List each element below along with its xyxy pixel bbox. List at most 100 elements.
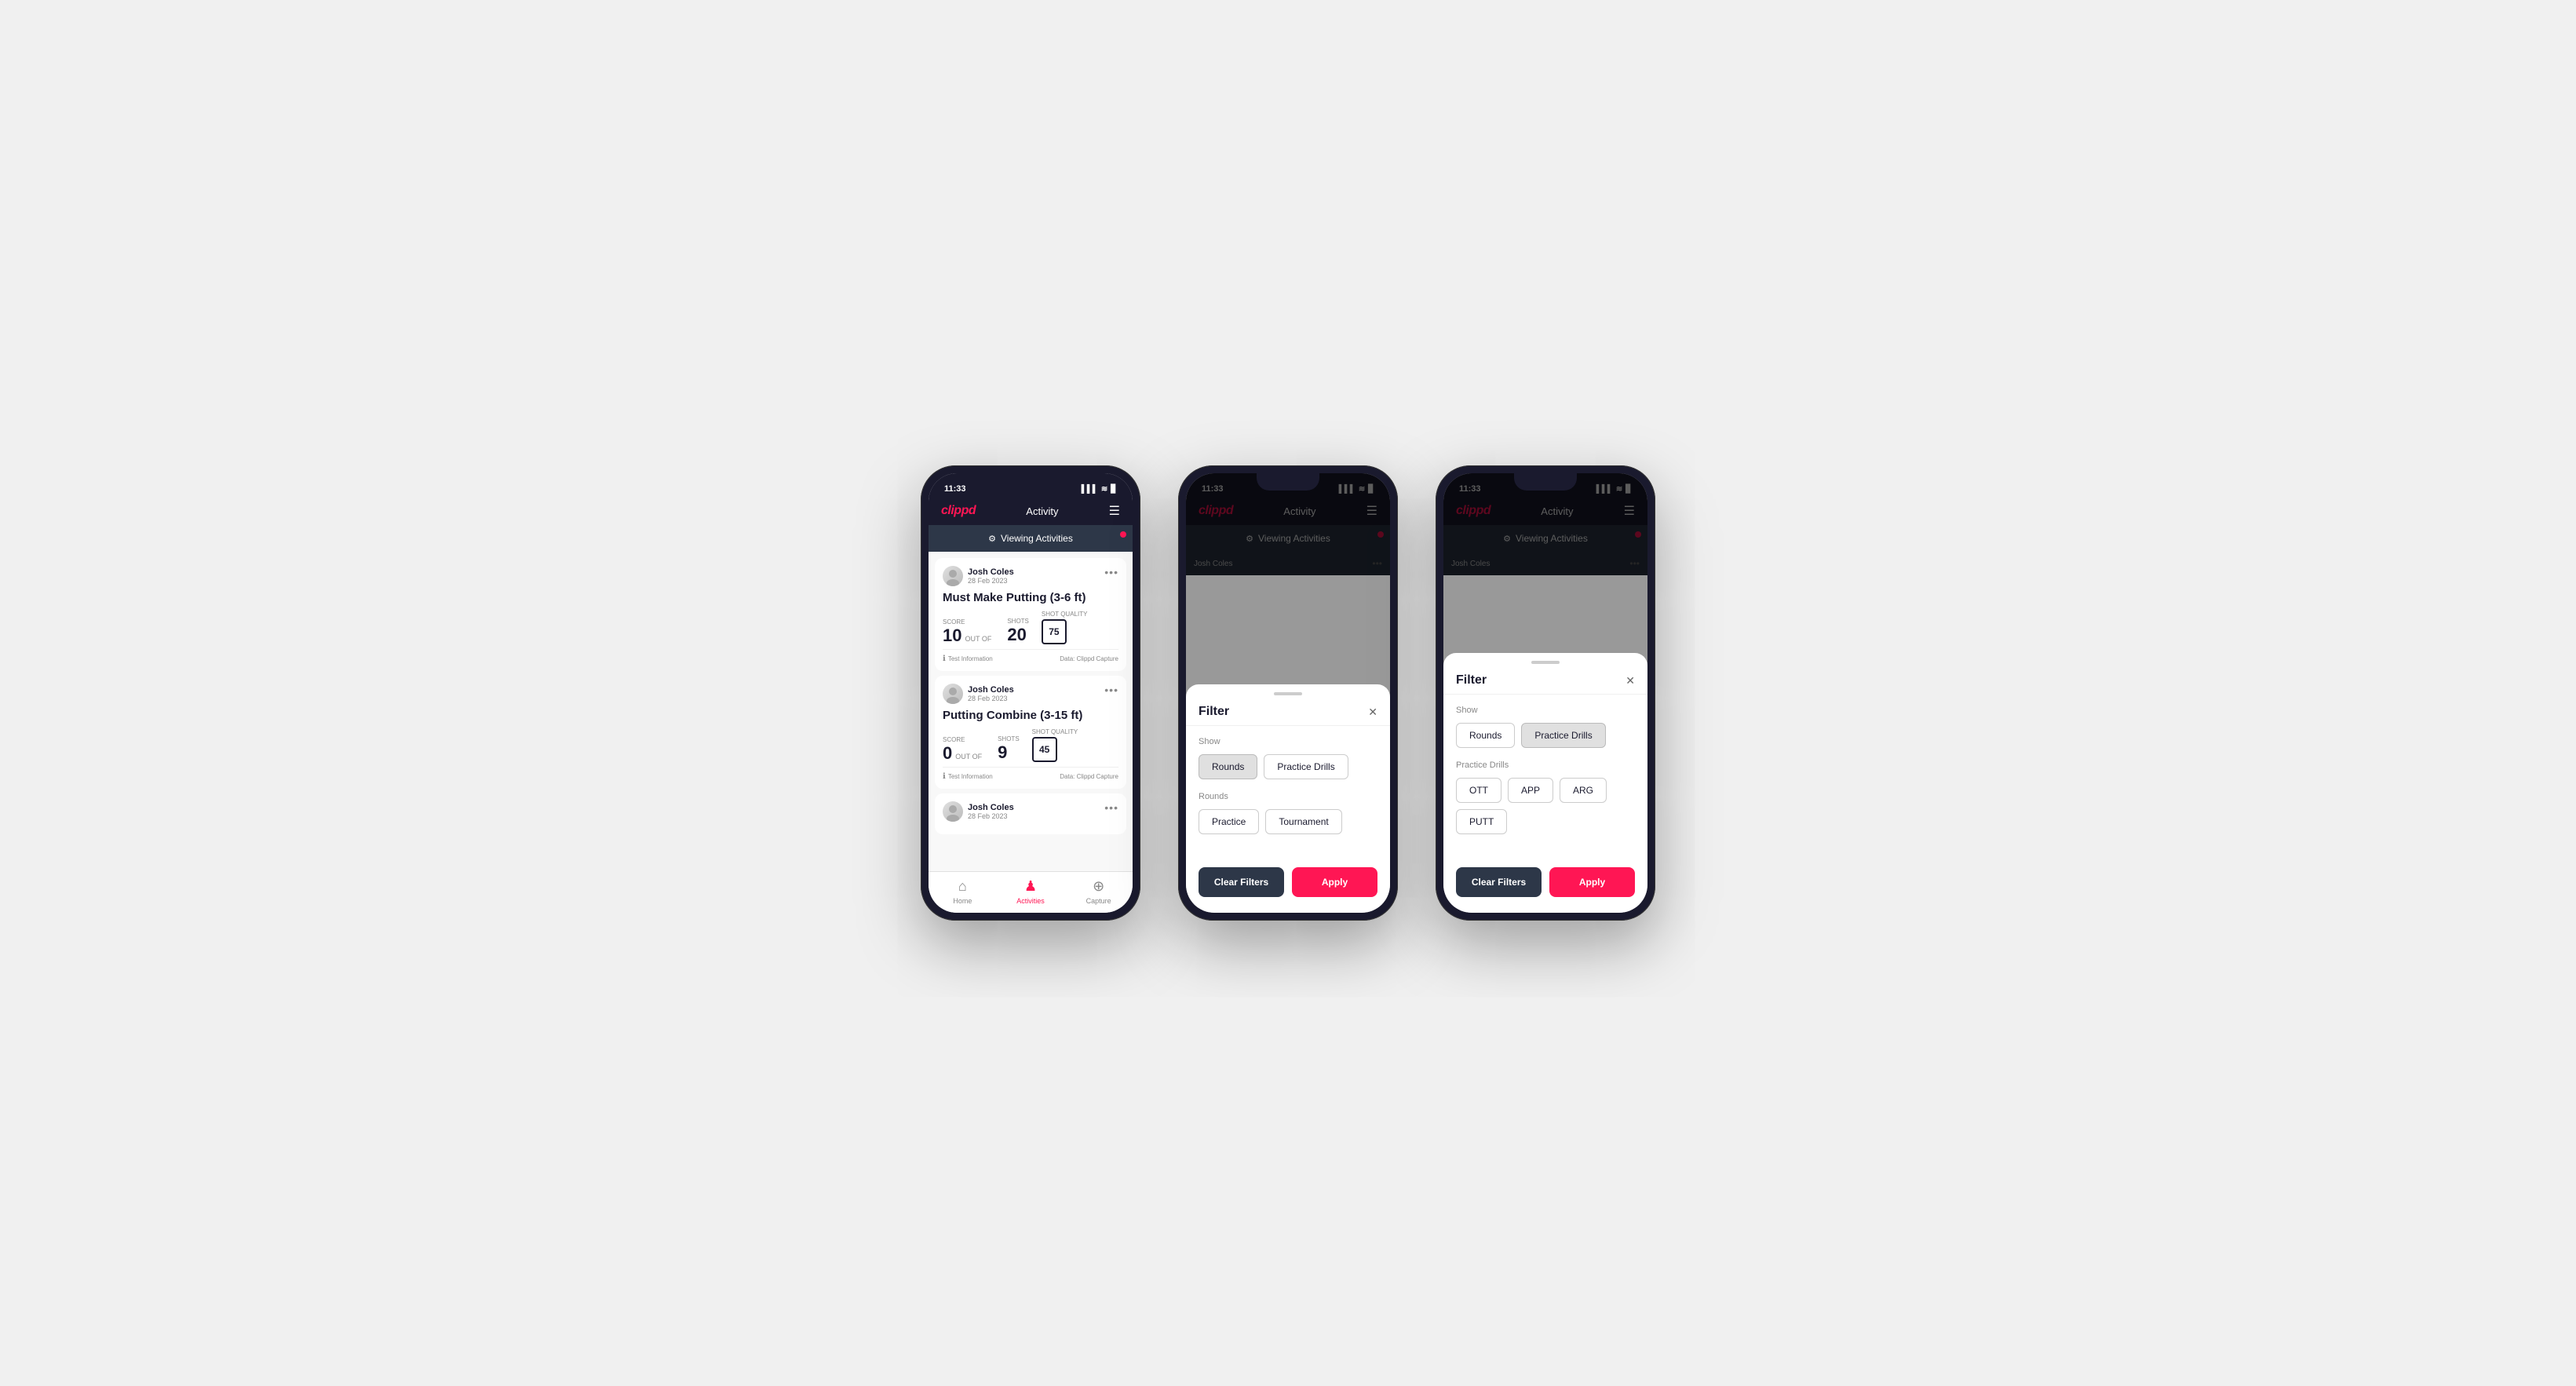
info-text-1: ℹ Test Information (943, 655, 993, 663)
more-dots-2[interactable]: ••• (1104, 684, 1118, 696)
card-title-2: Putting Combine (3-15 ft) (943, 709, 1118, 722)
nav-menu-1[interactable]: ☰ (1109, 503, 1120, 519)
show-buttons-2: Rounds Practice Drills (1199, 754, 1377, 779)
tab-capture-label-1: Capture (1086, 897, 1111, 905)
nav-title-1: Activity (1026, 505, 1058, 517)
phone-3-screen: 11:33 ▌▌▌ ≋ ▊ clippd Activity ☰ ⚙ Viewin… (1443, 473, 1647, 913)
rounds-label-2: Rounds (1199, 792, 1377, 801)
user-details-3: Josh Coles 28 Feb 2023 (968, 803, 1014, 820)
shots-value-1: 20 (1007, 625, 1026, 644)
shots-stat-1: Shots 20 (1007, 618, 1029, 644)
apply-btn-2[interactable]: Apply (1292, 867, 1377, 897)
banner-text-1: Viewing Activities (1001, 533, 1073, 544)
score-value-1: 10 (943, 627, 961, 644)
practice-drills-label-3: Practice Drills (1456, 760, 1635, 770)
phone-1: 11:33 ▌▌▌ ≋ ▊ clippd Activity ☰ ⚙ Viewin… (921, 465, 1140, 921)
filter-btn-practice-drills-3[interactable]: Practice Drills (1521, 723, 1605, 748)
card-footer-2: ℹ Test Information Data: Clippd Capture (943, 767, 1118, 781)
score-stat-1: Score 10 OUT OF (943, 618, 994, 644)
content-1: Josh Coles 28 Feb 2023 ••• Must Make Put… (929, 552, 1133, 871)
user-details-1: Josh Coles 28 Feb 2023 (968, 567, 1014, 585)
tab-capture-1[interactable]: ⊕ Capture (1064, 878, 1133, 905)
modal-header-3: Filter ✕ (1443, 664, 1647, 695)
modal-body-3: Show Rounds Practice Drills Practice Dri… (1443, 695, 1647, 858)
show-buttons-3: Rounds Practice Drills (1456, 723, 1635, 748)
filter-btn-rounds-3[interactable]: Rounds (1456, 723, 1515, 748)
user-name-3: Josh Coles (968, 803, 1014, 812)
card-header-2: Josh Coles 28 Feb 2023 ••• (943, 684, 1118, 704)
modal-close-2[interactable]: ✕ (1368, 706, 1377, 719)
shot-quality-stat-1: Shot Quality 75 (1042, 611, 1088, 644)
practice-drills-buttons-3: OTT APP ARG PUTT (1456, 778, 1635, 834)
filter-btn-practice-2[interactable]: Practice (1199, 809, 1259, 834)
user-info-1: Josh Coles 28 Feb 2023 (943, 566, 1014, 586)
shot-quality-stat-2: Shot Quality 45 (1032, 728, 1078, 762)
user-date-2: 28 Feb 2023 (968, 695, 1014, 702)
user-info-2: Josh Coles 28 Feb 2023 (943, 684, 1014, 704)
tab-home-1[interactable]: ⌂ Home (929, 878, 997, 905)
notch (999, 473, 1062, 491)
shots-stat-2: Shots 9 (998, 735, 1020, 762)
notch-2 (1257, 473, 1319, 491)
filter-btn-ott-3[interactable]: OTT (1456, 778, 1501, 803)
info-icon-1: ℹ (943, 655, 946, 663)
more-dots-3[interactable]: ••• (1104, 801, 1118, 814)
modal-footer-3: Clear Filters Apply (1443, 858, 1647, 913)
filter-icon-1: ⚙ (988, 534, 996, 544)
filter-modal-2: Filter ✕ Show Rounds Practice Drills Rou… (1186, 473, 1390, 913)
user-date-3: 28 Feb 2023 (968, 812, 1014, 820)
phone-1-screen: 11:33 ▌▌▌ ≋ ▊ clippd Activity ☰ ⚙ Viewin… (929, 473, 1133, 913)
user-info-3: Josh Coles 28 Feb 2023 (943, 801, 1014, 822)
score-value-2: 0 (943, 745, 952, 762)
modal-footer-2: Clear Filters Apply (1186, 858, 1390, 913)
notch-3 (1514, 473, 1577, 491)
activity-card-3[interactable]: Josh Coles 28 Feb 2023 ••• (935, 793, 1126, 834)
clear-filters-btn-3[interactable]: Clear Filters (1456, 867, 1542, 897)
data-source-2: Data: Clippd Capture (1060, 773, 1118, 780)
filter-btn-app-3[interactable]: APP (1508, 778, 1553, 803)
filter-btn-rounds-2[interactable]: Rounds (1199, 754, 1257, 779)
card-header-1: Josh Coles 28 Feb 2023 ••• (943, 566, 1118, 586)
activity-card-1[interactable]: Josh Coles 28 Feb 2023 ••• Must Make Put… (935, 558, 1126, 671)
tab-activities-1[interactable]: ♟ Activities (997, 878, 1065, 905)
modal-sheet-2: Filter ✕ Show Rounds Practice Drills Rou… (1186, 684, 1390, 913)
apply-btn-3[interactable]: Apply (1549, 867, 1635, 897)
modal-close-3[interactable]: ✕ (1626, 674, 1635, 688)
status-time-1: 11:33 (944, 484, 966, 494)
more-dots-1[interactable]: ••• (1104, 566, 1118, 578)
rounds-buttons-2: Practice Tournament (1199, 809, 1377, 834)
signal-icon-1: ▌▌▌ (1082, 485, 1098, 494)
filter-btn-arg-3[interactable]: ARG (1560, 778, 1607, 803)
phone-2: 11:33 ▌▌▌ ≋ ▊ clippd Activity ☰ ⚙ Viewin… (1178, 465, 1398, 921)
modal-body-2: Show Rounds Practice Drills Rounds Pract… (1186, 726, 1390, 858)
avatar-3 (943, 801, 963, 822)
banner-dot-1 (1120, 531, 1126, 538)
modal-sheet-3: Filter ✕ Show Rounds Practice Drills Pra… (1443, 653, 1647, 913)
home-icon-1: ⌂ (958, 878, 967, 895)
data-source-1: Data: Clippd Capture (1060, 655, 1118, 662)
tab-bar-1: ⌂ Home ♟ Activities ⊕ Capture (929, 871, 1133, 913)
activity-card-2[interactable]: Josh Coles 28 Feb 2023 ••• Putting Combi… (935, 676, 1126, 789)
stats-row-1: Score 10 OUT OF Shots 20 Shot Quality (943, 611, 1118, 644)
activities-icon-1: ♟ (1024, 878, 1037, 895)
nav-logo-1: clippd (941, 504, 976, 518)
user-details-2: Josh Coles 28 Feb 2023 (968, 685, 1014, 702)
avatar-1 (943, 566, 963, 586)
avatar-2 (943, 684, 963, 704)
avatar-img-2 (943, 684, 963, 704)
info-icon-2: ℹ (943, 772, 946, 781)
card-header-3: Josh Coles 28 Feb 2023 ••• (943, 801, 1118, 822)
stats-row-2: Score 0 OUT OF Shots 9 Shot Quality (943, 728, 1118, 762)
show-label-3: Show (1456, 706, 1635, 715)
status-icons-1: ▌▌▌ ≋ ▊ (1082, 485, 1117, 494)
filter-btn-tournament-2[interactable]: Tournament (1265, 809, 1341, 834)
wifi-icon-1: ≋ (1101, 485, 1107, 494)
shots-value-2: 9 (998, 742, 1007, 762)
modal-header-2: Filter ✕ (1186, 695, 1390, 726)
filter-btn-putt-3[interactable]: PUTT (1456, 809, 1507, 834)
filter-btn-practice-drills-2[interactable]: Practice Drills (1264, 754, 1348, 779)
score-stat-2: Score 0 OUT OF (943, 736, 985, 762)
clear-filters-btn-2[interactable]: Clear Filters (1199, 867, 1284, 897)
shot-quality-badge-1: 75 (1042, 619, 1067, 644)
filter-modal-3: Filter ✕ Show Rounds Practice Drills Pra… (1443, 473, 1647, 913)
